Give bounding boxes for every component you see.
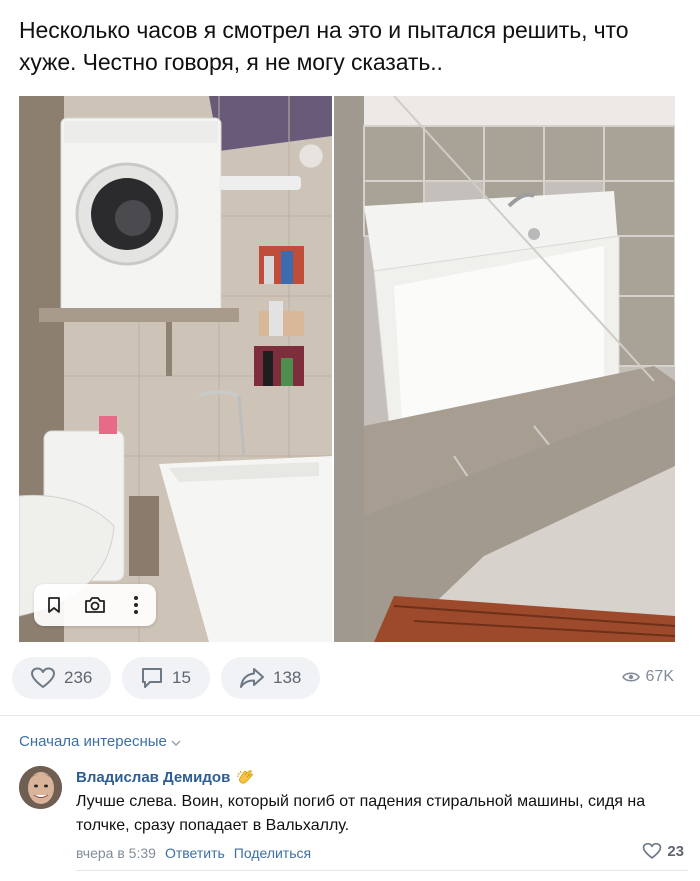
reply-link[interactable]: Ответить [165,845,225,861]
comment-date[interactable]: вчера в 5:39 [76,845,156,861]
comment-separator [76,870,688,871]
like-count: 236 [64,668,93,687]
image-toolbar [34,584,156,626]
chevron-down-icon [171,739,181,746]
heart-icon [643,842,662,859]
avatar[interactable] [19,766,62,809]
clapping-hands-emoji-icon [236,769,254,785]
comment-author[interactable]: Владислав Демидов [76,766,684,788]
post-photos[interactable] [19,96,675,642]
post-text: Несколько часов я смотрел на это и пытал… [19,17,629,75]
like-button[interactable]: 236 [12,657,111,699]
views-counter: 67K [621,668,674,686]
bookmark-icon [48,597,61,613]
camera-search-icon [85,597,105,613]
camera-search-button[interactable] [79,589,111,621]
more-vertical-icon [133,596,138,614]
heart-icon [31,667,55,688]
comment-body: Владислав Демидов Лучше слева. Воин, кот… [76,766,684,838]
comment-button[interactable]: 15 [122,657,210,699]
post-actions: 236 15 138 67K [12,657,688,699]
avatar-photo [19,766,62,809]
photo-left-illustration [19,96,332,642]
eye-icon [621,672,640,682]
photo-right-bathtub[interactable] [334,96,675,642]
comment-icon [142,668,162,688]
comments-sort-label: Сначала интересные [19,733,167,750]
comment-count: 15 [172,668,191,687]
divider [0,715,700,716]
comment-author-name: Владислав Демидов [76,768,231,786]
more-options-button[interactable] [120,589,152,621]
comments-sort-dropdown[interactable]: Сначала интересные [19,733,181,750]
bookmark-button[interactable] [38,589,70,621]
views-count: 67K [645,668,674,685]
photo-left-bathroom[interactable] [19,96,332,642]
share-button[interactable]: 138 [221,657,320,699]
photo-right-illustration [334,96,675,642]
comment-text: Лучше слева. Воин, который погиб от паде… [76,793,646,834]
comment-like-button[interactable]: 23 [642,842,684,860]
share-link[interactable]: Поделиться [234,845,311,861]
comment-like-count: 23 [667,842,684,860]
comment-meta: вчера в 5:39 Ответить Поделиться 23 [76,842,684,864]
share-count: 138 [273,668,302,687]
share-arrow-icon [240,668,264,688]
